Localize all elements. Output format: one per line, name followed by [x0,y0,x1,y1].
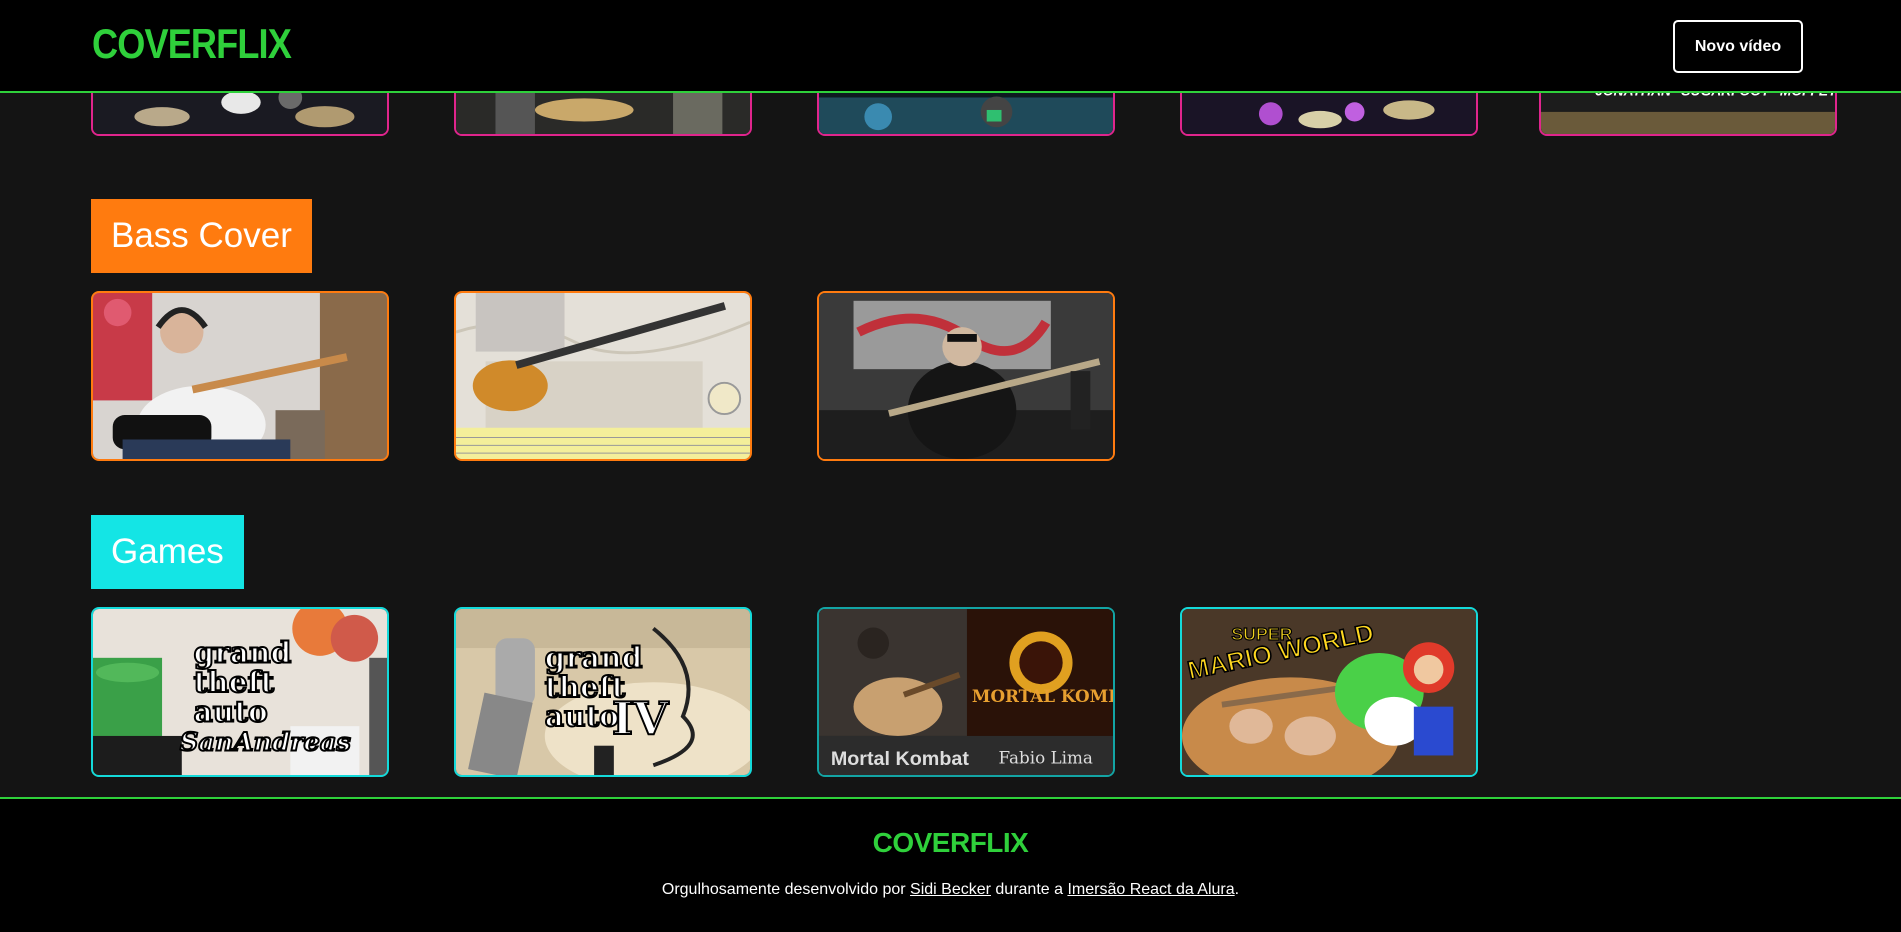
video-thumbnail: grand theft auto IV [456,609,750,775]
new-video-button[interactable]: Novo vídeo [1673,20,1803,73]
video-card[interactable]: SUPER MARIO WORLD [1180,607,1478,777]
video-card[interactable] [454,291,752,461]
footer-logo[interactable]: COVERFLIX [0,827,1901,859]
game-title-line: IV [612,692,669,745]
footer-credits: Orgulhosamente desenvolvido por Sidi Bec… [0,881,1901,899]
category-title-bass-cover: Bass Cover [91,199,312,273]
event-link[interactable]: Imersão React da Alura [1067,881,1234,898]
top-navbar: COVERFLIX Novo vídeo [0,0,1901,93]
video-card[interactable] [817,291,1115,461]
game-title-line: auto [545,698,619,733]
footer: COVERFLIX Orgulhosamente desenvolvido po… [0,797,1901,932]
game-title-line: SanAndreas [180,728,351,758]
video-thumbnail [819,293,1113,459]
video-thumbnail: MORTAL KOMBAT Mortal Kombat Fabio Lima [819,609,1113,775]
coverflix-logo[interactable]: COVERFLIX [92,20,292,68]
video-card[interactable]: grand theft auto IV [454,607,752,777]
credits-suffix: . [1234,881,1240,898]
game-caption: Mortal Kombat [831,748,970,770]
author-link[interactable]: Sidi Becker [910,881,991,898]
video-thumbnail [456,293,750,459]
drum-cover-row: JONATHAN "SUGARFOOT" MOFFETT [0,33,1901,143]
video-thumbnail: SUPER MARIO WORLD [1182,609,1476,775]
credits-prefix: Orgulhosamente desenvolvido por [661,881,911,898]
video-card[interactable]: grand theft auto SanAndreas [91,607,389,777]
credits-middle: durante a [990,881,1068,898]
video-thumbnail: grand theft auto SanAndreas [93,609,387,775]
video-card[interactable] [91,291,389,461]
category-title-games: Games [91,515,244,589]
video-card[interactable]: MORTAL KOMBAT Mortal Kombat Fabio Lima [817,607,1115,777]
video-thumbnail [93,293,387,459]
game-title-line: auto [194,693,268,728]
game-author: Fabio Lima [999,748,1093,767]
game-logo-text: MORTAL KOMBAT [972,686,1113,706]
